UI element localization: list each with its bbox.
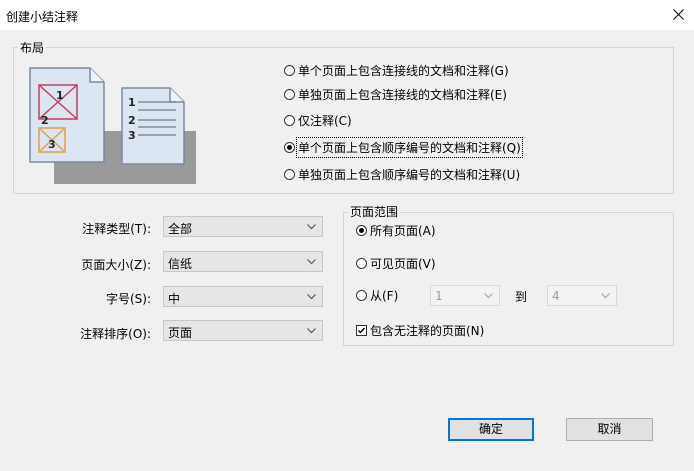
layout-option-5[interactable]: 单独页面上包含顺序编号的文档和注释(U)	[284, 166, 520, 182]
layout-option-1-radio[interactable]	[284, 64, 295, 76]
close-button[interactable]	[664, 0, 694, 30]
layout-option-3[interactable]: 仅注释(C)	[284, 112, 352, 128]
to-label: 到	[515, 290, 528, 304]
layout-group-label: 布局	[18, 39, 47, 56]
chevron-down-icon	[307, 294, 316, 300]
all-pages-label: 所有页面(A)	[370, 223, 436, 238]
cancel-button[interactable]: 取消	[566, 418, 653, 441]
layout-option-2[interactable]: 单独页面上包含连接线的文档和注释(E)	[284, 86, 507, 102]
from-page-select[interactable]: 1	[430, 285, 500, 306]
doc2-number-3: 3	[128, 129, 136, 142]
close-icon	[673, 9, 684, 20]
page-size-select[interactable]: 信纸	[163, 251, 323, 272]
layout-option-3-radio[interactable]	[284, 114, 295, 126]
all-pages-radio[interactable]	[356, 224, 367, 236]
include-no-comments-option[interactable]: 包含无注释的页面(N)	[356, 322, 484, 338]
doc2-number-1: 1	[128, 96, 136, 109]
checkmark-icon	[358, 327, 366, 334]
include-no-comments-checkbox[interactable]	[356, 324, 367, 336]
include-no-comments-label: 包含无注释的页面(N)	[370, 323, 485, 338]
page-range-group-label: 页面范围	[348, 203, 401, 220]
title-bar: 创建小结注释	[0, 0, 694, 30]
visible-pages-option[interactable]: 可见页面(V)	[356, 255, 436, 271]
visible-pages-radio[interactable]	[356, 257, 367, 269]
doc1-number-2: 2	[41, 114, 49, 127]
from-radio[interactable]	[356, 289, 367, 301]
layout-option-4-label: 单个页面上包含顺序编号的文档和注释(Q)	[296, 136, 523, 158]
page-size-value: 信纸	[168, 257, 193, 271]
comment-type-label: 注释类型(T):	[82, 222, 151, 236]
window-title: 创建小结注释	[6, 10, 79, 24]
sort-by-select[interactable]: 页面	[163, 320, 323, 341]
sort-by-value: 页面	[168, 326, 193, 340]
layout-option-2-label: 单独页面上包含连接线的文档和注释(E)	[298, 87, 507, 102]
layout-option-5-label: 单独页面上包含顺序编号的文档和注释(U)	[298, 167, 521, 182]
comment-type-value: 全部	[168, 222, 193, 236]
to-page-value: 4	[552, 289, 560, 303]
all-pages-option[interactable]: 所有页面(A)	[356, 222, 436, 238]
comment-type-select[interactable]: 全部	[163, 216, 323, 237]
chevron-down-icon	[307, 224, 316, 230]
visible-pages-label: 可见页面(V)	[370, 256, 436, 271]
chevron-down-icon	[601, 293, 610, 299]
chevron-down-icon	[484, 293, 493, 299]
layout-option-4[interactable]: 单个页面上包含顺序编号的文档和注释(Q)	[284, 136, 523, 158]
font-size-select[interactable]: 中	[163, 286, 323, 307]
chevron-down-icon	[307, 259, 316, 265]
from-option[interactable]: 从(F)	[356, 287, 398, 303]
layout-option-1[interactable]: 单个页面上包含连接线的文档和注释(G)	[284, 62, 509, 78]
doc2-number-2: 2	[128, 114, 136, 127]
to-page-select[interactable]: 4	[547, 285, 617, 306]
chevron-down-icon	[307, 328, 316, 334]
layout-option-4-radio[interactable]	[284, 141, 295, 153]
ok-button[interactable]: 确定	[448, 418, 534, 441]
layout-option-1-label: 单个页面上包含连接线的文档和注释(G)	[298, 63, 509, 78]
layout-option-3-label: 仅注释(C)	[298, 113, 352, 128]
sort-by-label: 注释排序(O):	[80, 327, 151, 341]
from-label: 从(F)	[370, 288, 399, 303]
font-size-value: 中	[168, 292, 181, 306]
font-size-label: 字号(S):	[105, 292, 151, 306]
layout-option-5-radio[interactable]	[284, 168, 295, 180]
layout-illustration: 1 2 3 1 2 3	[29, 67, 196, 184]
from-page-value: 1	[435, 289, 443, 303]
doc1-number-1: 1	[56, 89, 64, 102]
layout-option-2-radio[interactable]	[284, 88, 295, 100]
doc1-number-3: 3	[48, 138, 56, 151]
page-size-label: 页面大小(Z):	[81, 258, 151, 272]
